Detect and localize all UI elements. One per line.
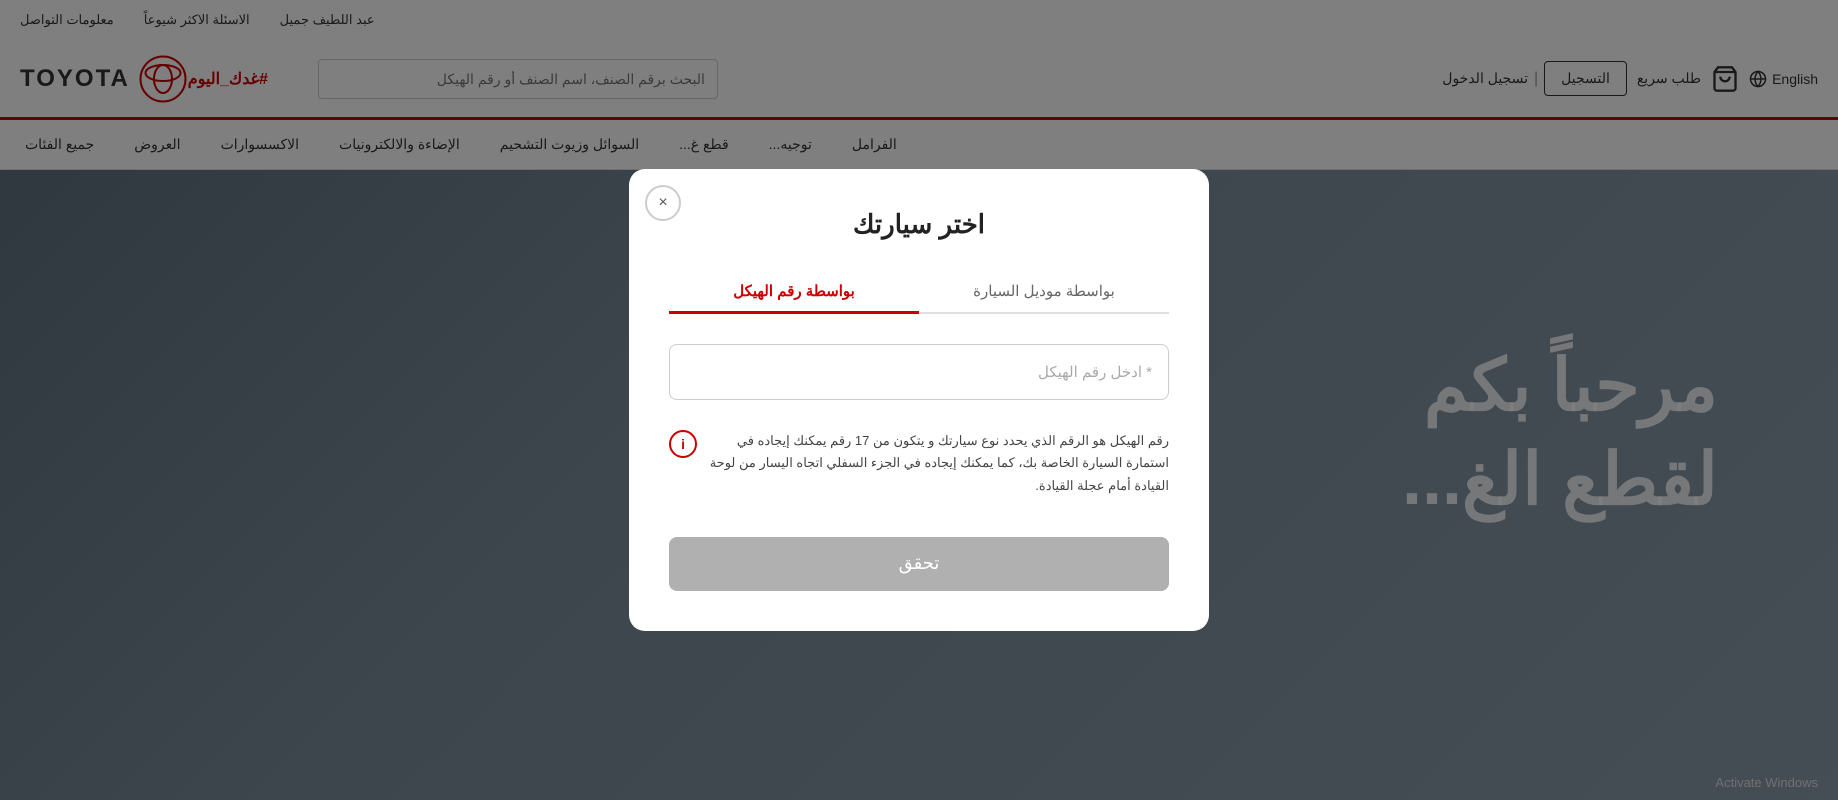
info-box: i رقم الهيكل هو الرقم الذي يحدد نوع سيار…	[669, 420, 1169, 506]
tab-vin[interactable]: بواسطة رقم الهيكل	[669, 270, 919, 312]
vin-input-wrap	[669, 344, 1169, 400]
submit-button[interactable]: تحقق	[669, 537, 1169, 591]
info-text: رقم الهيكل هو الرقم الذي يحدد نوع سيارتك…	[709, 430, 1169, 496]
vin-input[interactable]	[669, 344, 1169, 400]
modal-overlay: × اختر سيارتك بواسطة رقم الهيكل بواسطة م…	[0, 0, 1838, 800]
car-selector-modal: × اختر سيارتك بواسطة رقم الهيكل بواسطة م…	[629, 169, 1209, 630]
modal-tabs: بواسطة رقم الهيكل بواسطة موديل السيارة	[669, 270, 1169, 314]
tab-model[interactable]: بواسطة موديل السيارة	[919, 270, 1169, 312]
info-icon: i	[669, 430, 697, 458]
modal-title: اختر سيارتك	[669, 209, 1169, 240]
